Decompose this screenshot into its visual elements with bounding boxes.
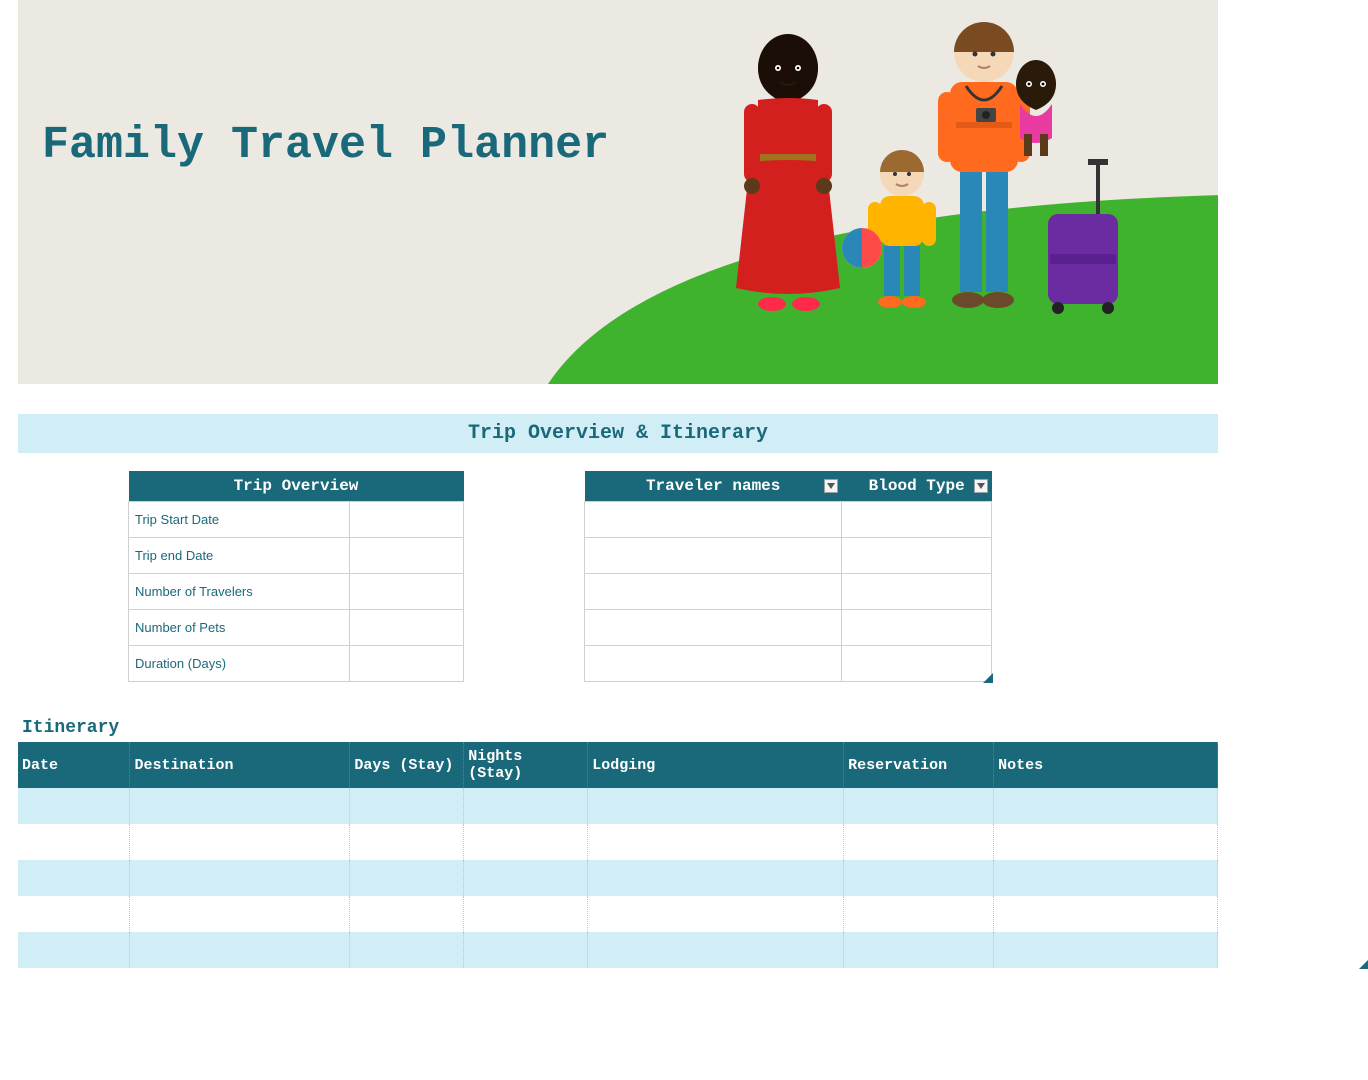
duration-input[interactable] — [350, 646, 464, 682]
trip-start-date-label: Trip Start Date — [129, 502, 350, 538]
blood-type-input[interactable] — [842, 502, 992, 538]
table-row — [585, 610, 992, 646]
table-row — [585, 574, 992, 610]
blood-type-filter-button[interactable] — [974, 479, 988, 493]
itinerary-reservation-input[interactable] — [844, 824, 994, 860]
table-row: Duration (Days) — [129, 646, 464, 682]
hero-banner: Family Travel Planner — [18, 0, 1218, 384]
itinerary-nights-input[interactable] — [464, 824, 588, 860]
itinerary-nights-header: Nights (Stay) — [464, 742, 588, 788]
traveler-names-header-label: Traveler names — [646, 477, 780, 495]
itinerary-notes-input[interactable] — [994, 860, 1218, 896]
table-resize-handle[interactable] — [1359, 959, 1368, 969]
itinerary-reservation-input[interactable] — [844, 860, 994, 896]
itinerary-date-input[interactable] — [18, 932, 130, 968]
itinerary-notes-header: Notes — [994, 742, 1218, 788]
itinerary-reservation-input[interactable] — [844, 788, 994, 824]
table-row: Trip end Date — [129, 538, 464, 574]
itinerary-lodging-header: Lodging — [588, 742, 844, 788]
itinerary-destination-input[interactable] — [130, 860, 350, 896]
itinerary-destination-header: Destination — [130, 742, 350, 788]
traveler-name-input[interactable] — [585, 646, 842, 682]
itinerary-days-input[interactable] — [350, 860, 464, 896]
trip-start-date-input[interactable] — [350, 502, 464, 538]
table-row — [18, 824, 1218, 860]
itinerary-nights-input[interactable] — [464, 932, 588, 968]
chevron-down-icon — [977, 483, 985, 489]
blood-type-input[interactable] — [842, 574, 992, 610]
itinerary-date-input[interactable] — [18, 788, 130, 824]
table-row — [18, 896, 1218, 932]
table-row — [585, 502, 992, 538]
num-pets-input[interactable] — [350, 610, 464, 646]
table-row: Number of Pets — [129, 610, 464, 646]
trip-overview-header: Trip Overview — [129, 471, 464, 502]
itinerary-nights-input[interactable] — [464, 788, 588, 824]
blood-type-input[interactable] — [842, 610, 992, 646]
itinerary-date-input[interactable] — [18, 860, 130, 896]
itinerary-notes-input[interactable] — [994, 932, 1218, 968]
traveler-name-input[interactable] — [585, 610, 842, 646]
itinerary-notes-input[interactable] — [994, 896, 1218, 932]
itinerary-nights-input[interactable] — [464, 896, 588, 932]
itinerary-table: Date Destination Days (Stay) Nights (Sta… — [18, 742, 1218, 968]
chevron-down-icon — [827, 483, 835, 489]
traveler-name-input[interactable] — [585, 538, 842, 574]
traveler-names-filter-button[interactable] — [824, 479, 838, 493]
traveler-name-input[interactable] — [585, 502, 842, 538]
table-row — [18, 788, 1218, 824]
itinerary-notes-input[interactable] — [994, 824, 1218, 860]
itinerary-reservation-input[interactable] — [844, 932, 994, 968]
itinerary-heading: Itinerary — [22, 718, 1368, 738]
traveler-table: Traveler names Blood Type — [584, 471, 992, 682]
itinerary-lodging-input[interactable] — [588, 824, 844, 860]
itinerary-days-input[interactable] — [350, 824, 464, 860]
duration-label: Duration (Days) — [129, 646, 350, 682]
traveler-name-input[interactable] — [585, 574, 842, 610]
itinerary-notes-input[interactable] — [994, 788, 1218, 824]
table-row — [585, 646, 992, 682]
itinerary-days-input[interactable] — [350, 788, 464, 824]
itinerary-nights-input[interactable] — [464, 860, 588, 896]
trip-end-date-input[interactable] — [350, 538, 464, 574]
itinerary-reservation-input[interactable] — [844, 896, 994, 932]
blood-type-header: Blood Type — [842, 471, 992, 502]
itinerary-destination-input[interactable] — [130, 788, 350, 824]
num-travelers-label: Number of Travelers — [129, 574, 350, 610]
table-resize-handle[interactable] — [983, 673, 993, 683]
section-banner: Trip Overview & Itinerary — [18, 414, 1218, 453]
table-row — [18, 932, 1218, 968]
itinerary-date-input[interactable] — [18, 824, 130, 860]
itinerary-lodging-input[interactable] — [588, 788, 844, 824]
blood-type-input[interactable] — [842, 538, 992, 574]
num-travelers-input[interactable] — [350, 574, 464, 610]
trip-overview-table: Trip Overview Trip Start Date Trip end D… — [128, 471, 464, 682]
table-row — [18, 860, 1218, 896]
itinerary-days-input[interactable] — [350, 932, 464, 968]
itinerary-days-input[interactable] — [350, 896, 464, 932]
itinerary-lodging-input[interactable] — [588, 896, 844, 932]
itinerary-lodging-input[interactable] — [588, 860, 844, 896]
table-row — [585, 538, 992, 574]
table-row: Trip Start Date — [129, 502, 464, 538]
blood-type-header-label: Blood Type — [869, 477, 965, 495]
itinerary-destination-input[interactable] — [130, 932, 350, 968]
overview-row: Trip Overview Trip Start Date Trip end D… — [18, 471, 1368, 682]
traveler-names-header: Traveler names — [585, 471, 842, 502]
num-pets-label: Number of Pets — [129, 610, 350, 646]
itinerary-date-input[interactable] — [18, 896, 130, 932]
page-title: Family Travel Planner — [42, 120, 609, 171]
itinerary-days-header: Days (Stay) — [350, 742, 464, 788]
itinerary-destination-input[interactable] — [130, 896, 350, 932]
itinerary-destination-input[interactable] — [130, 824, 350, 860]
itinerary-date-header: Date — [18, 742, 130, 788]
itinerary-reservation-header: Reservation — [844, 742, 994, 788]
table-row: Number of Travelers — [129, 574, 464, 610]
family-illustration — [728, 4, 1128, 344]
blood-type-input[interactable] — [842, 646, 992, 682]
trip-end-date-label: Trip end Date — [129, 538, 350, 574]
itinerary-lodging-input[interactable] — [588, 932, 844, 968]
